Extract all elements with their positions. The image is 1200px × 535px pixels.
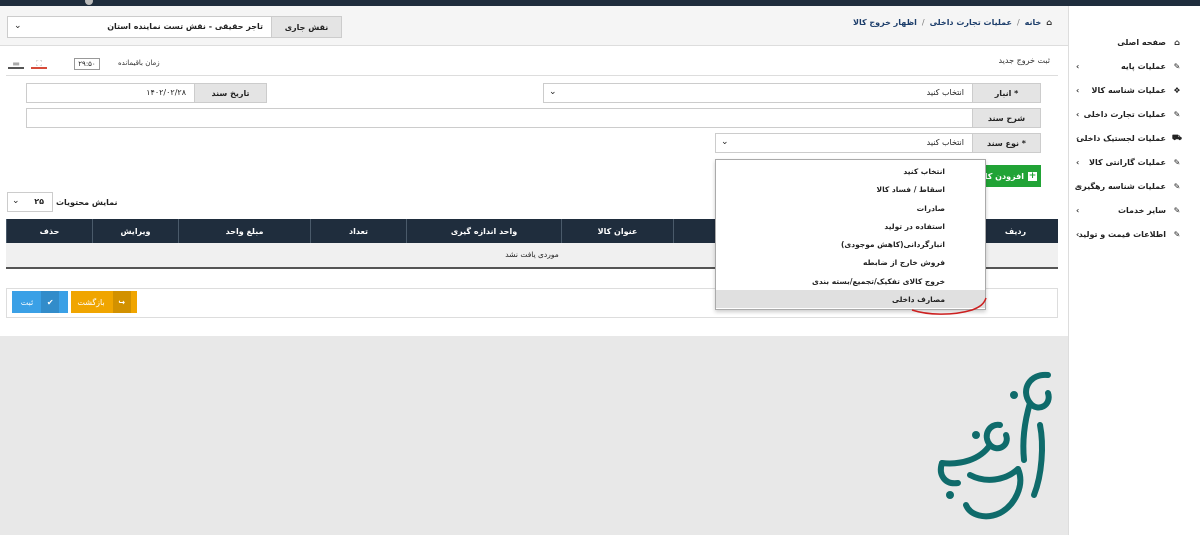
breadcrumb-separator: /: [1016, 18, 1020, 27]
sidebar-item-domestic-logistics[interactable]: ⛟ عملیات لجستیک داخلی ›: [1068, 126, 1200, 150]
column-header-edit: ویرایش: [92, 219, 178, 243]
chevron-down-icon: ⌄: [14, 21, 22, 31]
doc-type-option[interactable]: استفاده در تولید: [716, 217, 985, 235]
expand-icon[interactable]: ⛶: [31, 60, 47, 69]
role-value: تاجر حقیقی - نقش تست نماینده استان: [107, 22, 263, 31]
doc-type-option[interactable]: انبارگردانی(کاهش موجودی): [716, 235, 985, 253]
page-size-label: نمایش محتویات: [56, 198, 118, 207]
back-button[interactable]: ↪ بازگشت: [71, 291, 137, 313]
warehouse-select[interactable]: * انبار انتخاب کنید ⌄: [543, 83, 1041, 103]
sidebar-item-label: عملیات گارانتی کالا: [1089, 157, 1166, 167]
column-header-unit-price: مبلغ واحد: [178, 219, 310, 243]
doc-type-select[interactable]: * نوع سند انتخاب کنید ⌄: [715, 133, 1041, 153]
sidebar-item-other-services[interactable]: ✎ سایر خدمات ›: [1068, 198, 1200, 222]
column-header-quantity[interactable]: تعداد: [310, 219, 406, 243]
doc-type-option[interactable]: خروج کالای تفکیک/تجمیع/بسته بندی: [716, 272, 985, 290]
column-header-product-title[interactable]: عنوان کالا: [561, 219, 673, 243]
timer-label: زمان باقیمانده: [118, 59, 160, 67]
edit-icon: ✎: [1173, 109, 1181, 119]
truck-icon: ⛟: [1171, 133, 1182, 142]
sidebar-item-label: عملیات لجستیک داخلی: [1076, 133, 1166, 143]
check-icon: ✔: [41, 291, 60, 313]
chevron-down-icon: ⌄: [549, 87, 557, 97]
chevron-left-icon: ›: [1076, 181, 1080, 191]
doc-description-field[interactable]: شرح سند: [26, 108, 1041, 128]
watermark-logo: [937, 371, 1052, 520]
edit-icon: ✎: [1173, 229, 1181, 239]
reply-arrow-icon: ↪: [112, 291, 131, 313]
role-label: نقش جاری: [271, 17, 341, 37]
save-label: ثبت: [20, 297, 34, 307]
home-icon[interactable]: ⌂: [1046, 18, 1052, 27]
back-label: بازگشت: [77, 297, 105, 307]
sidebar-item-label: عملیات تجارت داخلی: [1083, 109, 1166, 119]
divider: [6, 75, 1058, 76]
minimize-icon[interactable]: ▬: [8, 60, 24, 69]
sidebar-item-label: اطلاعات قیمت و تولید: [1078, 229, 1166, 239]
edit-icon: ✎: [1173, 61, 1181, 71]
plus-icon: +: [1028, 170, 1037, 181]
sidebar-item-label: عملیات پایه: [1120, 61, 1166, 71]
sidebar-item-label: صفحه اصلی: [1117, 37, 1166, 47]
chevron-left-icon: ›: [1076, 205, 1080, 215]
doc-type-option[interactable]: انتخاب کنید: [716, 162, 985, 180]
edit-icon: ✎: [1173, 157, 1181, 167]
breadcrumb-home[interactable]: خانه: [1025, 18, 1042, 27]
doc-date-field[interactable]: تاریخ سند ۱۴۰۲/۰۲/۲۸: [26, 83, 267, 103]
warehouse-label: * انبار: [972, 84, 1040, 102]
doc-date-label: تاریخ سند: [194, 84, 266, 102]
warehouse-value: انتخاب کنید: [926, 88, 964, 97]
header-row: نقش جاری تاجر حقیقی - نقش تست نماینده اس…: [0, 6, 1068, 46]
role-select[interactable]: نقش جاری تاجر حقیقی - نقش تست نماینده اس…: [7, 16, 342, 38]
red-underline-annotation: [911, 297, 987, 315]
sidebar-item-domestic-trade[interactable]: ✎ عملیات تجارت داخلی ›: [1068, 102, 1200, 126]
timer-value: ۲۹:۵۰: [74, 58, 100, 70]
sidebar-item-price-production[interactable]: ✎ اطلاعات قیمت و تولید ›: [1068, 222, 1200, 246]
user-avatar-icon[interactable]: [85, 0, 93, 5]
doc-type-label: * نوع سند: [972, 134, 1040, 152]
sidebar-item-product-id[interactable]: ❖ عملیات شناسه کالا ›: [1068, 78, 1200, 102]
chevron-left-icon: ›: [1076, 109, 1080, 119]
chevron-left-icon: ›: [1076, 61, 1080, 71]
page-size-value: ۲۵: [34, 197, 44, 206]
cubes-icon: ❖: [1173, 85, 1181, 95]
edit-icon: ✎: [1173, 181, 1181, 191]
doc-type-options-list: انتخاب کنید اسقاط / فساد کالا صادرات است…: [715, 159, 987, 315]
column-header-unit[interactable]: واحد اندازه گیری: [406, 219, 561, 243]
breadcrumb-separator: /: [921, 18, 925, 27]
sidebar-item-tracking-id[interactable]: ✎ عملیات شناسه رهگیری ›: [1068, 174, 1200, 198]
breadcrumb: ⌂ خانه / عملیات تجارت داخلی / اظهار خروج…: [853, 18, 1052, 27]
doc-type-option[interactable]: اسقاط / فساد کالا: [716, 180, 985, 198]
sidebar-item-base-operations[interactable]: ✎ عملیات پایه ›: [1068, 54, 1200, 78]
home-icon: ⌂: [1174, 37, 1180, 47]
chevron-down-icon: ⌄: [12, 196, 20, 206]
sidebar: ⌂ صفحه اصلی ✎ عملیات پایه › ❖ عملیات شنا…: [1068, 6, 1200, 535]
doc-type-option[interactable]: فروش خارج از ضابطه: [716, 253, 985, 271]
chevron-left-icon: ›: [1076, 157, 1080, 167]
edit-icon: ✎: [1173, 205, 1181, 215]
chevron-left-icon: ›: [1076, 229, 1080, 239]
doc-type-option[interactable]: صادرات: [716, 199, 985, 217]
sidebar-item-label: عملیات شناسه رهگیری: [1074, 181, 1166, 191]
main-content: نقش جاری تاجر حقیقی - نقش تست نماینده اس…: [0, 6, 1068, 336]
sidebar-item-label: عملیات شناسه کالا: [1091, 85, 1166, 95]
save-button[interactable]: ✔ ثبت: [12, 291, 68, 313]
doc-description-label: شرح سند: [972, 109, 1040, 127]
sidebar-item-warranty[interactable]: ✎ عملیات گارانتی کالا ›: [1068, 150, 1200, 174]
breadcrumb-domestic-trade[interactable]: عملیات تجارت داخلی: [930, 18, 1012, 27]
sidebar-item-label: سایر خدمات: [1117, 205, 1166, 215]
doc-date-value: ۱۴۰۲/۰۲/۲۸: [146, 88, 186, 97]
doc-type-value: انتخاب کنید: [926, 138, 964, 147]
chevron-down-icon: ⌄: [721, 137, 729, 147]
panel-title: ثبت خروج جدید: [998, 56, 1050, 65]
page-size-select[interactable]: ۲۵ ⌄: [7, 192, 53, 212]
chevron-left-icon: ›: [1076, 133, 1080, 143]
breadcrumb-current: اظهار خروج کالا: [853, 18, 917, 27]
column-header-delete: حذف: [6, 219, 92, 243]
sidebar-item-home[interactable]: ⌂ صفحه اصلی: [1068, 30, 1200, 54]
chevron-left-icon: ›: [1076, 85, 1080, 95]
